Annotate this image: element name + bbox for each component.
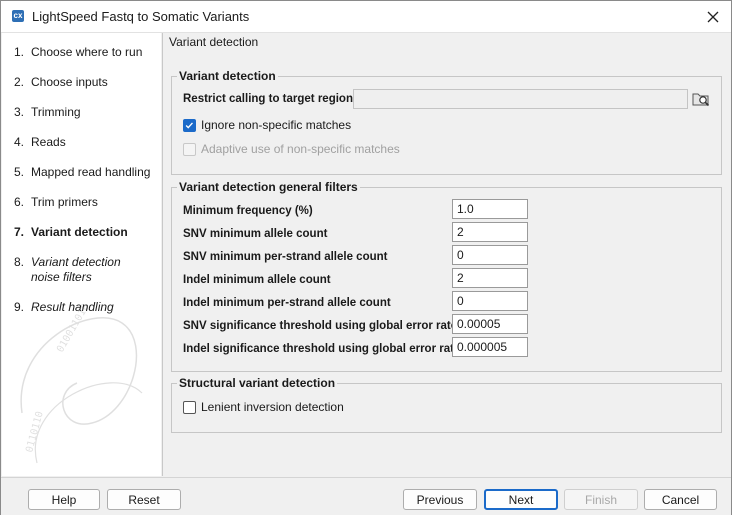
wizard-dialog: cx LightSpeed Fastq to Somatic Variants … bbox=[0, 0, 732, 515]
group-title: Variant detection general filters bbox=[177, 180, 360, 194]
indel-min-allele-count-label: Indel minimum allele count bbox=[183, 274, 331, 286]
step-number: 3. bbox=[14, 105, 25, 119]
min-frequency-input[interactable] bbox=[452, 199, 528, 219]
restrict-target-regions-label: Restrict calling to target regions bbox=[183, 93, 360, 105]
browse-folder-icon[interactable] bbox=[692, 90, 710, 108]
step-label: Variant detection bbox=[31, 225, 128, 239]
step-label: Trimming bbox=[31, 105, 81, 119]
step-trimming[interactable]: 3. Trimming bbox=[14, 105, 154, 120]
step-mapped-read-handling[interactable]: 5. Mapped read handling bbox=[14, 165, 154, 180]
step-number: 9. bbox=[14, 300, 25, 314]
step-number: 2. bbox=[14, 75, 25, 89]
step-number: 8. bbox=[14, 255, 25, 269]
structural-variant-group: Structural variant detection Lenient inv… bbox=[171, 376, 722, 433]
title-bar: cx LightSpeed Fastq to Somatic Variants bbox=[1, 1, 731, 33]
step-choose-inputs[interactable]: 2. Choose inputs bbox=[14, 75, 154, 90]
close-icon bbox=[707, 11, 719, 22]
snv-min-per-strand-input[interactable] bbox=[452, 245, 528, 265]
group-title: Structural variant detection bbox=[177, 376, 338, 390]
step-label: Variant detection noise filters bbox=[31, 255, 121, 284]
reset-button[interactable]: Reset bbox=[107, 489, 181, 510]
step-trim-primers[interactable]: 6. Trim primers bbox=[14, 195, 154, 210]
lenient-inversion-label: Lenient inversion detection bbox=[201, 400, 344, 414]
indel-significance-threshold-input[interactable] bbox=[452, 337, 528, 357]
step-result-handling[interactable]: 9. Result handling bbox=[14, 300, 154, 315]
step-content-panel: Variant detection Variant detection Rest… bbox=[162, 33, 731, 476]
min-frequency-label: Minimum frequency (%) bbox=[183, 205, 313, 217]
close-button[interactable] bbox=[695, 1, 731, 32]
help-button[interactable]: Help bbox=[28, 489, 100, 510]
next-button[interactable]: Next bbox=[484, 489, 558, 510]
cancel-button[interactable]: Cancel bbox=[644, 489, 717, 510]
indel-min-allele-count-input[interactable] bbox=[452, 268, 528, 288]
ignore-non-specific-checkbox[interactable] bbox=[183, 119, 196, 132]
adaptive-non-specific-label: Adaptive use of non-specific matches bbox=[201, 142, 400, 156]
snv-significance-threshold-label: SNV significance threshold using global … bbox=[183, 320, 458, 332]
window-title: LightSpeed Fastq to Somatic Variants bbox=[32, 9, 250, 24]
general-filters-group: Variant detection general filters Minimu… bbox=[171, 180, 722, 372]
dialog-footer: Help Reset Previous Next Finish Cancel bbox=[1, 477, 731, 515]
indel-min-per-strand-input[interactable] bbox=[452, 291, 528, 311]
indel-min-per-strand-label: Indel minimum per-strand allele count bbox=[183, 297, 391, 309]
snv-min-per-strand-label: SNV minimum per-strand allele count bbox=[183, 251, 388, 263]
svg-text:0110110: 0110110 bbox=[24, 410, 46, 454]
snv-min-allele-count-input[interactable] bbox=[452, 222, 528, 242]
checkmark-icon bbox=[185, 122, 193, 129]
step-variant-detection-noise-filters[interactable]: 8. Variant detection noise filters bbox=[14, 255, 142, 285]
lenient-inversion-checkbox[interactable] bbox=[183, 401, 196, 414]
group-title: Variant detection bbox=[177, 69, 278, 83]
step-number: 4. bbox=[14, 135, 25, 149]
step-choose-where-to-run[interactable]: 1. Choose where to run bbox=[14, 45, 154, 60]
step-label: Reads bbox=[31, 135, 66, 149]
variant-detection-group: Variant detection Restrict calling to ta… bbox=[171, 69, 722, 175]
target-regions-input[interactable] bbox=[353, 89, 688, 109]
binary-swirl-decoration-icon: 010011010 0110110 bbox=[20, 302, 143, 464]
step-label: Mapped read handling bbox=[31, 165, 151, 179]
indel-significance-threshold-label: Indel significance threshold using globa… bbox=[183, 343, 461, 355]
wizard-steps-sidebar: 010011010 0110110 1. Choose where to run … bbox=[2, 33, 161, 476]
step-label: Result handling bbox=[31, 300, 114, 314]
finish-button[interactable]: Finish bbox=[564, 489, 638, 510]
page-title: Variant detection bbox=[169, 35, 259, 49]
snv-significance-threshold-input[interactable] bbox=[452, 314, 528, 334]
app-logo-icon: cx bbox=[12, 10, 24, 22]
ignore-non-specific-label: Ignore non-specific matches bbox=[201, 118, 352, 132]
step-number: 1. bbox=[14, 45, 25, 59]
step-variant-detection[interactable]: 7. Variant detection bbox=[14, 225, 154, 240]
step-label: Trim primers bbox=[31, 195, 98, 209]
adaptive-non-specific-checkbox[interactable] bbox=[183, 143, 196, 156]
snv-min-allele-count-label: SNV minimum allele count bbox=[183, 228, 328, 240]
step-number: 5. bbox=[14, 165, 25, 179]
previous-button[interactable]: Previous bbox=[403, 489, 477, 510]
step-number: 6. bbox=[14, 195, 25, 209]
step-reads[interactable]: 4. Reads bbox=[14, 135, 154, 150]
step-label: Choose where to run bbox=[31, 45, 143, 59]
step-number: 7. bbox=[14, 225, 25, 239]
step-label: Choose inputs bbox=[31, 75, 108, 89]
